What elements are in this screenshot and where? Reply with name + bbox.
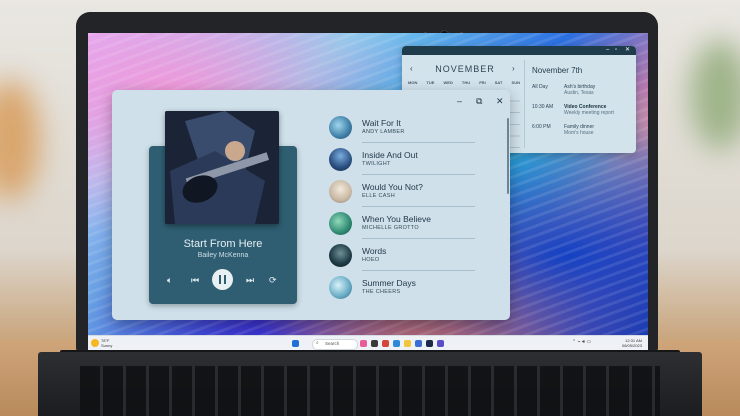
event-subtitle: Weekly meeting report [564, 110, 614, 116]
maximize-icon[interactable]: ▫ [615, 47, 617, 54]
minimize-icon[interactable]: – [606, 47, 609, 54]
weekday-label: THU [461, 80, 471, 85]
track-item[interactable]: When You Believe MICHELLE GROTTO [329, 207, 475, 239]
track-artist: ANDY LAMBER [362, 129, 405, 135]
track-name: Summer Days [362, 278, 416, 288]
search-label: Search [325, 341, 340, 346]
app-icon-store[interactable] [426, 340, 433, 347]
taskbar: 78°F Sunny ⌕ Search ⌃ ⌁ 🔊︎ ▭ 12:31 AM 06… [88, 335, 648, 350]
track-name: Would You Not? [362, 182, 423, 192]
track-artist: HOEO [362, 257, 380, 263]
track-thumbnail [329, 244, 352, 267]
close-icon[interactable]: ✕ [625, 47, 630, 54]
background-lamp [0, 80, 40, 200]
month-label: NOVEMBER [435, 64, 495, 74]
weekday-label: SUN [511, 80, 520, 85]
track-thumbnail [329, 212, 352, 235]
event-time: 6:00 PM [532, 124, 551, 130]
track-thumbnail [329, 148, 352, 171]
track-name: When You Believe [362, 214, 431, 224]
track-item[interactable]: Inside And Out TWILIGHT [329, 143, 475, 175]
minimize-icon[interactable]: – [457, 96, 462, 106]
track-artist: TWILIGHT [362, 161, 391, 167]
track-thumbnail [329, 276, 352, 299]
app-icon-taskview[interactable] [371, 340, 378, 347]
weather-icon[interactable] [91, 339, 99, 347]
clock[interactable]: 12:31 AM 06/05/2023 [616, 338, 642, 348]
previous-track-icon[interactable]: ⏮︎ [191, 275, 199, 285]
track-artist: THE CHEERS [362, 289, 401, 295]
event-time: All Day [532, 84, 548, 90]
music-player-window: – ⧉ ✕ Start From Here Bailey McKenna 🔈︎ … [112, 90, 510, 320]
playback-controls: 🔈︎ ⏮︎ ⏭︎ ⟳ [149, 268, 297, 292]
weekday-label: TUE [426, 80, 435, 85]
event-subtitle: Mom's house [564, 130, 594, 136]
weekday-label: WED [443, 80, 453, 85]
track-item[interactable]: Wait For It ANDY LAMBER [329, 111, 475, 143]
pause-icon [224, 275, 226, 284]
search-box[interactable]: ⌕ Search [312, 339, 358, 350]
next-track-icon[interactable]: ⏭︎ [246, 275, 254, 285]
track-item[interactable]: Would You Not? ELLE CASH [329, 175, 475, 207]
weather-widget[interactable]: 78°F Sunny [101, 338, 112, 348]
close-icon[interactable]: ✕ [496, 96, 504, 107]
system-tray[interactable]: ⌃ ⌁ 🔊︎ ▭ [572, 339, 591, 345]
track-name: Inside And Out [362, 150, 418, 160]
weather-desc: Sunny [101, 343, 113, 348]
track-name: Wait For It [362, 118, 401, 128]
volume-icon[interactable]: 🔈︎ [167, 275, 172, 285]
divider [524, 60, 525, 148]
app-icon-chrome[interactable] [382, 340, 389, 347]
start-icon[interactable] [292, 340, 299, 347]
keyboard [80, 366, 660, 416]
prev-month-button[interactable]: ‹ [410, 64, 413, 73]
track-list-scrollbar[interactable] [507, 118, 509, 194]
pause-icon [219, 275, 221, 284]
restore-icon[interactable]: ⧉ [476, 96, 482, 107]
next-month-button[interactable]: › [512, 64, 515, 73]
now-playing-title: Start From Here [183, 238, 263, 250]
track-item[interactable]: Summer Days THE CHEERS [329, 271, 475, 301]
desktop-screen: – ▫ ✕ ‹ NOVEMBER › MON TUE WED THU FRI S… [88, 33, 648, 350]
selected-date: November 7th [532, 66, 583, 75]
app-icon-teams[interactable] [437, 340, 444, 347]
app-icon-copilot[interactable] [360, 340, 367, 347]
event-subtitle: Austin, Texas [564, 90, 594, 96]
search-icon: ⌕ [316, 340, 319, 346]
calendar-titlebar: – ▫ ✕ [402, 46, 636, 55]
event-time: 10:30 AM [532, 104, 554, 110]
app-icon-edge[interactable] [393, 340, 400, 347]
background-plant [690, 40, 740, 150]
album-art [165, 111, 279, 224]
weekday-label: MON [408, 80, 418, 85]
weekday-label: FRI [479, 80, 486, 85]
pause-button[interactable] [212, 269, 233, 290]
weekday-label: SAT [494, 80, 503, 85]
month-header: ‹ NOVEMBER › [408, 63, 520, 77]
guitarist-image [165, 111, 279, 224]
clock-date: 06/05/2023 [621, 343, 642, 348]
track-name: Words [362, 246, 387, 256]
track-thumbnail [329, 116, 352, 139]
repeat-icon[interactable]: ⟳ [269, 275, 277, 285]
track-artist: ELLE CASH [362, 193, 395, 199]
track-item[interactable]: Words HOEO [329, 239, 475, 271]
track-artist: MICHELLE GROTTO [362, 225, 419, 231]
now-playing-artist: Bailey McKenna [197, 252, 249, 259]
track-thumbnail [329, 180, 352, 203]
app-icon-explorer[interactable] [404, 340, 411, 347]
weekday-row: MON TUE WED THU FRI SAT SUN [408, 80, 520, 85]
app-icon-mail[interactable] [415, 340, 422, 347]
